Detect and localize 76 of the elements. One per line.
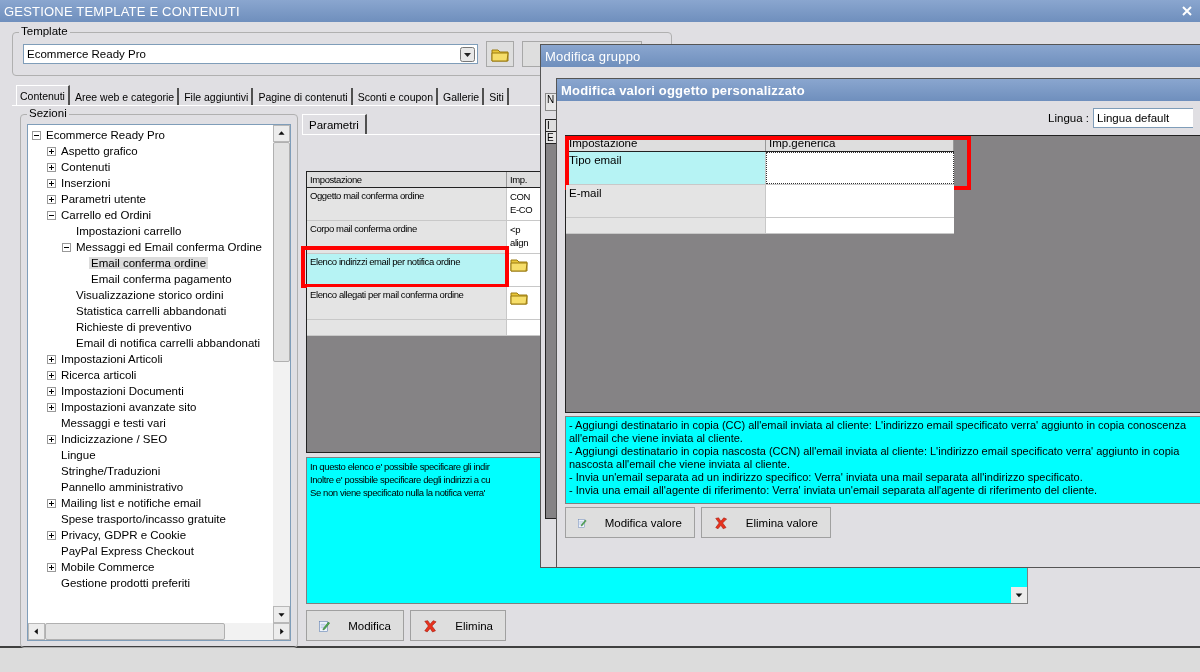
input-field[interactable] xyxy=(766,152,954,184)
tree-item[interactable]: Email conferma ordine xyxy=(89,257,209,269)
group-label: Sezioni xyxy=(27,107,69,119)
group-label: Template xyxy=(19,25,70,37)
language-dropdown[interactable]: Lingua default xyxy=(1093,108,1193,128)
tree-item[interactable]: Contenuti xyxy=(59,161,113,173)
expand-icon[interactable] xyxy=(47,386,56,396)
tree-item[interactable]: Mailing list e notifiche email xyxy=(59,497,203,509)
input-field[interactable] xyxy=(766,218,954,233)
tree-item[interactable]: Impostazioni Documenti xyxy=(59,385,186,397)
tree-item[interactable]: Mobile Commerce xyxy=(59,561,157,573)
expand-icon[interactable] xyxy=(47,194,56,204)
horizontal-scrollbar[interactable] xyxy=(28,623,290,640)
tree-item[interactable]: Privacy, GDPR e Cookie xyxy=(59,529,189,541)
delete-button[interactable]: Elimina xyxy=(410,610,506,641)
collapse-icon[interactable] xyxy=(62,242,71,252)
expand-icon[interactable] xyxy=(47,354,56,364)
window-title: GESTIONE TEMPLATE E CONTENUTI xyxy=(4,3,240,19)
expand-icon[interactable] xyxy=(47,562,56,572)
expand-icon[interactable] xyxy=(47,402,56,412)
table-cell[interactable]: E-mail xyxy=(566,185,766,217)
edit-button[interactable]: Modifica xyxy=(306,610,404,641)
tree-item[interactable]: Visualizzazione storico ordini xyxy=(74,289,226,301)
expand-icon[interactable] xyxy=(47,146,56,156)
tree-item[interactable]: Gestione prodotti preferiti xyxy=(59,577,193,589)
collapse-icon[interactable] xyxy=(47,210,56,220)
tree-item[interactable]: Lingue xyxy=(59,449,98,461)
folder-icon xyxy=(510,256,528,272)
table-cell[interactable]: Elenco indirizzi email per notifica ordine xyxy=(307,254,507,286)
description-text: - Aggiungi destinatario in copia (CC) all'email inviata al cliente: L'indirizzo email specificato verra' aggiunto in copia conoscenza all'email che viene inviata al cliente. - Aggiungi destinatario in copia nascosta (CCN) all'email inviata al cliente: L'indirizzo email specificato verra' aggiunto in copia nascosta all'email che viene inviata al cliente. - Invia un'email separata ad un indirizzo specifico: Verra' inviata una mail separata all'indirizzo specificato. - Invia una email all'agente di riferimento: Verra' inviata un'email separata all'agente di riferimento del cliente. xyxy=(565,416,1200,504)
tree-item[interactable]: Parametri utente xyxy=(59,193,148,205)
tree-item[interactable]: Carrello ed Ordini xyxy=(59,209,154,221)
template-dropdown[interactable]: Ecommerce Ready Pro xyxy=(23,44,478,64)
table-cell[interactable]: Elenco allegati per mail conferma ordine xyxy=(307,287,507,319)
delete-button[interactable]: Elimina valore xyxy=(701,507,831,538)
folder-icon xyxy=(491,46,509,62)
tab[interactable]: Parametri xyxy=(302,114,367,134)
tree-item[interactable]: Messaggi e testi vari xyxy=(59,417,168,429)
dialog-title: Modifica gruppo xyxy=(545,48,641,64)
tree-item[interactable]: Messaggi ed Email conferma Ordine xyxy=(74,241,264,253)
tree-item[interactable]: Stringhe/Traduzioni xyxy=(59,465,163,477)
tab[interactable]: Contenuti xyxy=(16,85,70,105)
expand-icon[interactable] xyxy=(47,530,56,540)
close-icon[interactable] xyxy=(1182,6,1192,16)
edit-button[interactable]: Modifica valore xyxy=(565,507,695,538)
dialog-title: Modifica valori oggetto personalizzato xyxy=(561,82,805,98)
tree-item[interactable]: PayPal Express Checkout xyxy=(59,545,196,557)
tree-item[interactable]: Indicizzazione / SEO xyxy=(59,433,170,445)
tree-item[interactable]: Spese trasporto/incasso gratuite xyxy=(59,513,228,525)
tree-item[interactable]: Ricerca articoli xyxy=(59,369,139,381)
field-label: Lingua : xyxy=(1048,112,1089,124)
expand-icon[interactable] xyxy=(47,162,56,172)
expand-icon[interactable] xyxy=(47,498,56,508)
tree-item[interactable]: Pannello amministrativo xyxy=(59,481,186,493)
tree-item[interactable]: Statistica carrelli abbandonati xyxy=(74,305,229,317)
table-cell[interactable]: Tipo email xyxy=(566,152,766,184)
tree-item[interactable]: Impostazioni Articoli xyxy=(59,353,165,365)
table-cell[interactable]: Oggetto mail conferma ordine xyxy=(307,188,507,220)
tree-item[interactable]: Email conferma pagamento xyxy=(89,273,234,285)
tree-item[interactable]: Richieste di preventivo xyxy=(74,321,194,333)
collapse-icon[interactable] xyxy=(32,130,41,140)
tree-item[interactable]: Impostazioni avanzate sito xyxy=(59,401,199,413)
expand-icon[interactable] xyxy=(47,178,56,188)
expand-icon[interactable] xyxy=(47,370,56,380)
tree-item[interactable]: Inserzioni xyxy=(59,177,113,189)
tree-item[interactable]: Impostazioni carrello xyxy=(74,225,184,237)
column-header: Impostazione xyxy=(307,172,507,187)
tree-item[interactable]: Email di notifica carrelli abbandonati xyxy=(74,337,263,349)
expand-icon[interactable] xyxy=(47,434,56,444)
vertical-scrollbar[interactable] xyxy=(273,125,290,623)
tree-item[interactable]: Aspetto grafico xyxy=(59,145,140,157)
tab[interactable]: Siti xyxy=(486,88,509,105)
input-field[interactable] xyxy=(766,185,954,217)
folder-icon xyxy=(510,289,528,305)
tree-item[interactable]: Ecommerce Ready Pro xyxy=(44,129,167,141)
tab[interactable]: Gallerie xyxy=(440,88,485,105)
